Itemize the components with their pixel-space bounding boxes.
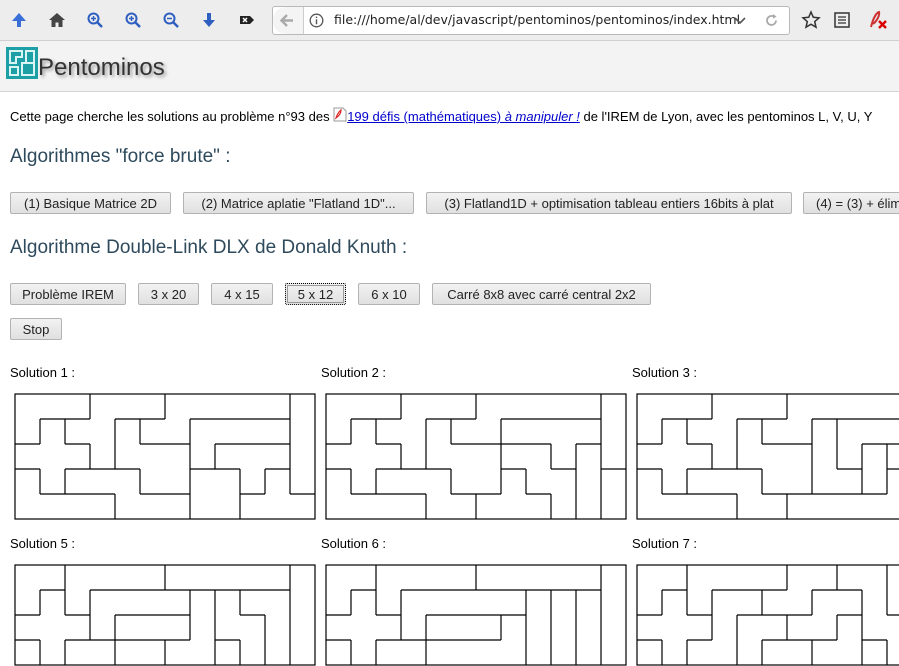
url-text: file:///home/al/dev/javascript/pentomino… (334, 12, 741, 27)
reload-icon[interactable] (764, 13, 779, 28)
blocked-script-icon[interactable] (866, 8, 890, 32)
size-3x20-button[interactable]: 3 x 20 (138, 283, 199, 305)
intro-before: Cette page cherche les solutions au prob… (10, 109, 334, 124)
solution-grid (14, 564, 316, 666)
size-6x10-button[interactable]: 6 x 10 (358, 283, 420, 305)
page-header: Pentominos (0, 41, 899, 92)
solution-grid (636, 393, 899, 520)
solution-grid (636, 564, 899, 666)
dlx-heading: Algorithme Double-Link DLX de Donald Knu… (10, 237, 408, 258)
size-5x12-button[interactable]: 5 x 12 (285, 283, 346, 305)
reader-view-icon[interactable] (830, 8, 854, 32)
brute-force-heading: Algorithmes "force brute" : (10, 146, 231, 167)
up-arrow-icon[interactable] (7, 8, 31, 32)
pentomino-logo-icon (6, 47, 38, 79)
size-4x15-button[interactable]: 4 x 15 (211, 283, 273, 305)
irem-link-text: 199 défis (mathématiques) (347, 109, 505, 124)
solution-grid (325, 564, 627, 666)
info-icon[interactable] (309, 13, 324, 28)
problem-irem-button[interactable]: Problème IREM (10, 283, 126, 305)
url-bar[interactable]: file:///home/al/dev/javascript/pentomino… (272, 6, 790, 35)
square-8x8-button[interactable]: Carré 8x8 avec carré central 2x2 (432, 283, 651, 305)
back-arrow-icon (279, 14, 293, 27)
algo-4-button[interactable]: (4) = (3) + élim (803, 192, 899, 214)
solution-label: Solution 7 : (632, 536, 698, 551)
algo-1-button[interactable]: (1) Basique Matrice 2D (10, 192, 171, 214)
browser-toolbar: file:///home/al/dev/javascript/pentomino… (0, 0, 899, 41)
solution-label: Solution 3 : (632, 365, 698, 380)
zoom-out-icon[interactable] (159, 8, 183, 32)
algo-2-button[interactable]: (2) Matrice aplatie "Flatland 1D"... (183, 192, 414, 214)
intro-after: de l'IREM de Lyon, avec les pentominos L… (579, 109, 873, 124)
zoom-fit-icon[interactable] (83, 8, 107, 32)
algo-3-button[interactable]: (3) Flatland1D + optimisation tableau en… (426, 192, 792, 214)
solution-label: Solution 1 : (10, 365, 76, 380)
solution-label: Solution 2 : (321, 365, 387, 380)
pdf-icon (333, 107, 347, 122)
grid-border (636, 393, 899, 520)
back-button[interactable] (273, 7, 304, 34)
home-icon[interactable] (45, 8, 69, 32)
bookmark-star-icon[interactable] (799, 8, 823, 32)
intro-text: Cette page cherche les solutions au prob… (10, 107, 872, 124)
tag-icon[interactable] (235, 8, 259, 32)
solution-grid (325, 393, 627, 520)
zoom-in-icon[interactable] (121, 8, 145, 32)
irem-link-emphasis: à manipuler ! (504, 109, 580, 124)
page-title: Pentominos (38, 54, 165, 81)
stop-button[interactable]: Stop (10, 318, 62, 340)
solution-grid (14, 393, 316, 520)
irem-link[interactable]: 199 défis (mathématiques) à manipuler ! (333, 107, 580, 124)
download-icon[interactable] (197, 8, 221, 32)
solution-label: Solution 6 : (321, 536, 387, 551)
solution-label: Solution 5 : (10, 536, 76, 551)
chevron-down-icon[interactable] (733, 15, 747, 27)
